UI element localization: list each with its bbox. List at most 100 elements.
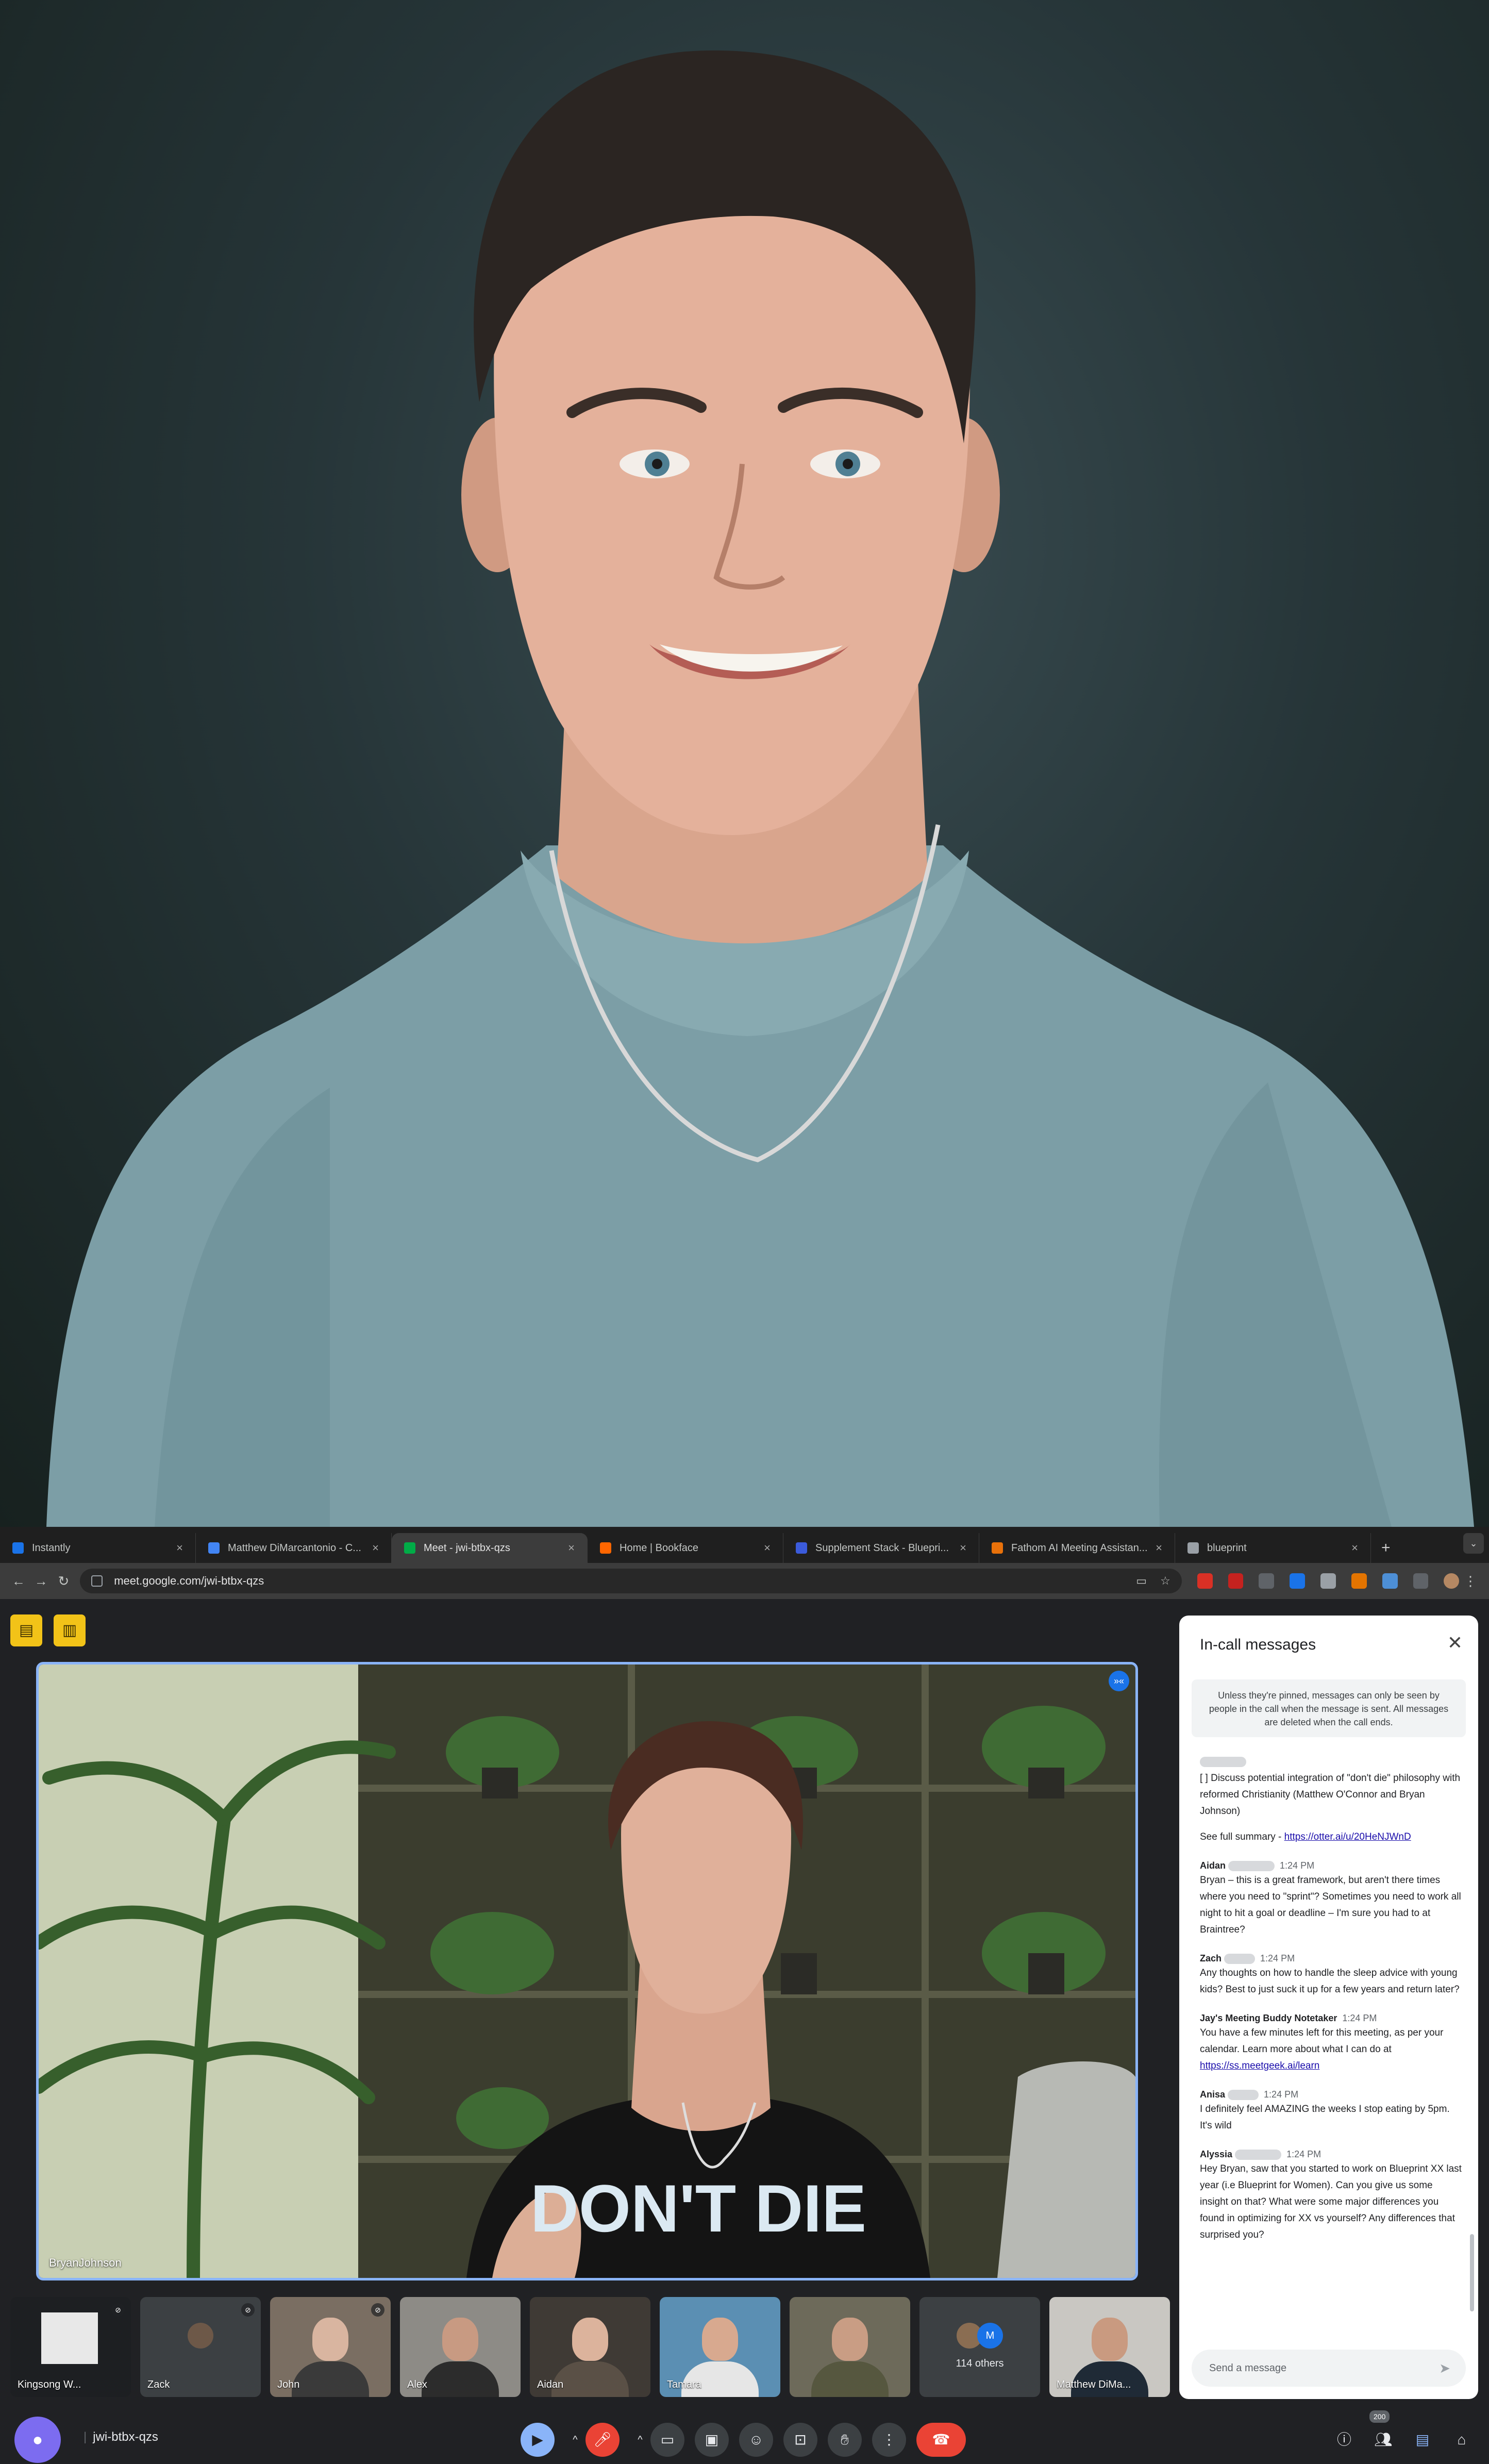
camera-button[interactable]: ▭: [650, 2423, 684, 2457]
browser-tab[interactable]: Matthew DiMarcantonio - C... ×: [196, 1533, 392, 1563]
address-bar[interactable]: meet.google.com/jwi-btbx-qzs ▭ ☆: [80, 1569, 1182, 1593]
participant-name: Zack: [147, 2379, 170, 2390]
people-icon[interactable]: 200 👥︎: [1366, 2410, 1400, 2457]
redacted-text: [1200, 1756, 1246, 1767]
extension-icon[interactable]: [1290, 1573, 1306, 1589]
extension-icon[interactable]: [1228, 1573, 1244, 1589]
forward-icon[interactable]: →: [30, 1573, 53, 1589]
summary-link[interactable]: https://otter.ai/u/20HeNJWnD: [1284, 1832, 1411, 1842]
chat-message: Anisa 1:24 PM I definitely feel AMAZING …: [1200, 2088, 1463, 2134]
shirt-text: DON'T DIE: [530, 2171, 866, 2246]
mic-off-button[interactable]: 🎤︎: [585, 2423, 620, 2457]
activities-icon[interactable]: ▤: [10, 1614, 42, 1646]
others-tile[interactable]: M 114 others: [919, 2297, 1040, 2397]
new-tab-button[interactable]: +: [1371, 1533, 1401, 1563]
message-time: 1:24 PM: [1342, 2013, 1377, 2023]
present-screen-icon[interactable]: ⊡: [783, 2423, 817, 2457]
portrait-photo: [0, 0, 1489, 1527]
browser-tab[interactable]: Home | Bookface ×: [588, 1533, 783, 1563]
extension-icon[interactable]: [1382, 1573, 1398, 1589]
extension-icon[interactable]: [1259, 1573, 1275, 1589]
browser-tab[interactable]: Supplement Stack - Bluepri... ×: [783, 1533, 979, 1563]
reload-icon[interactable]: ↻: [52, 1573, 75, 1589]
participant-tile[interactable]: Matthew DiMa...: [1049, 2297, 1170, 2397]
message-text: Bryan – this is a great framework, but a…: [1200, 1875, 1461, 1935]
message-text: You have a few minutes left for this mee…: [1200, 2027, 1444, 2055]
bookmark-star-icon[interactable]: ☆: [1160, 1574, 1170, 1588]
tab-label: Supplement Stack - Bluepri...: [815, 1542, 949, 1554]
captions-icon[interactable]: ▣: [695, 2423, 729, 2457]
camera-indicator-icon[interactable]: ▭: [1136, 1574, 1147, 1588]
raise-hand-icon[interactable]: ✋︎: [828, 2423, 862, 2457]
browser-tab-bar: Instantly × Matthew DiMarcantonio - C...…: [0, 1527, 1489, 1563]
browser-tab[interactable]: Instantly ×: [0, 1533, 196, 1563]
tab-favicon-icon: [404, 1542, 415, 1554]
tab-close-icon[interactable]: ×: [1351, 1541, 1358, 1555]
participant-tile[interactable]: [790, 2297, 910, 2397]
google-meet-app: ▤ ▥ DON'T DIE »« BryanJohnson ⊘ Kingsong…: [0, 1599, 1489, 2464]
browser-tab-active[interactable]: Meet - jwi-btbx-qzs ×: [392, 1533, 588, 1563]
emoji-reaction-icon[interactable]: ☺: [739, 2423, 773, 2457]
tab-close-icon[interactable]: ×: [568, 1541, 575, 1555]
extension-icon[interactable]: [1351, 1573, 1367, 1589]
participant-tile[interactable]: ⊘ Kingsong W...: [10, 2297, 131, 2397]
tab-close-icon[interactable]: ×: [1156, 1541, 1162, 1555]
mic-off-icon: ⊘: [111, 2303, 125, 2317]
meeting-details-icon[interactable]: ⓘ: [1327, 2423, 1361, 2457]
summary-text: [ ] Discuss potential integration of "do…: [1200, 1773, 1461, 1817]
browser-menu-icon[interactable]: ⋮: [1459, 1573, 1482, 1589]
redacted-text: [1228, 1861, 1275, 1872]
participant-body: [811, 2361, 889, 2397]
leave-call-button[interactable]: ☎︎: [916, 2423, 966, 2457]
gemini-icon[interactable]: ▶: [521, 2423, 555, 2457]
browser-tab[interactable]: Fathom AI Meeting Assistan... ×: [979, 1533, 1175, 1563]
chat-icon[interactable]: ▤: [1406, 2423, 1440, 2457]
participant-head: [1092, 2318, 1128, 2361]
tab-label: blueprint: [1207, 1542, 1247, 1554]
send-icon[interactable]: ➤: [1439, 2350, 1450, 2387]
participant-name: Alex: [407, 2379, 427, 2390]
message-text: Hey Bryan, saw that you started to work …: [1200, 2163, 1462, 2240]
tab-search-icon[interactable]: ⌄: [1463, 1533, 1484, 1554]
participant-name: Kingsong W...: [18, 2379, 81, 2390]
browser-tab[interactable]: blueprint ×: [1175, 1533, 1371, 1563]
more-options-icon[interactable]: ⋮: [872, 2423, 906, 2457]
tab-label: Meet - jwi-btbx-qzs: [424, 1542, 510, 1554]
tab-close-icon[interactable]: ×: [960, 1541, 966, 1555]
in-call-messages-panel: In-call messages ✕ Unless they're pinned…: [1179, 1616, 1478, 2399]
tab-close-icon[interactable]: ×: [372, 1541, 379, 1555]
meeting-code: jwi-btbx-qzs: [93, 2430, 158, 2444]
summary-link-line: See full summary - https://otter.ai/u/20…: [1200, 1829, 1463, 1845]
send-message-input[interactable]: Send a message ➤: [1192, 2350, 1466, 2387]
audio-options-chevron-icon[interactable]: ^: [565, 2423, 585, 2457]
close-icon[interactable]: ✕: [1447, 1632, 1463, 1654]
participant-tile[interactable]: ⊘ Zack: [140, 2297, 261, 2397]
participant-name: Tamara: [667, 2379, 701, 2390]
participant-avatar-initial: M: [977, 2323, 1003, 2349]
message-text: Any thoughts on how to handle the sleep …: [1200, 1968, 1460, 1995]
tab-close-icon[interactable]: ×: [176, 1541, 183, 1555]
profile-avatar[interactable]: [1444, 1573, 1460, 1589]
message-link[interactable]: https://ss.meetgeek.ai/learn: [1200, 2060, 1319, 2071]
chat-scrollbar[interactable]: [1470, 2234, 1474, 2311]
redacted-text: [1235, 2150, 1282, 2160]
extension-icon[interactable]: [1320, 1573, 1336, 1589]
redacted-text: [1224, 1954, 1256, 1964]
back-icon[interactable]: ←: [7, 1573, 30, 1589]
participant-tile[interactable]: Alex: [400, 2297, 521, 2397]
extensions-puzzle-icon[interactable]: [1413, 1573, 1429, 1589]
pin-icon[interactable]: »«: [1109, 1671, 1129, 1691]
chat-title: In-call messages: [1200, 1636, 1316, 1653]
companion-dot-icon[interactable]: ●: [14, 2417, 61, 2463]
site-info-icon[interactable]: [91, 1575, 103, 1587]
main-video-tile[interactable]: DON'T DIE »« BryanJohnson: [36, 1662, 1138, 2280]
video-options-chevron-icon[interactable]: ^: [630, 2423, 650, 2457]
participant-tile[interactable]: Aidan: [530, 2297, 650, 2397]
extension-icon[interactable]: [1197, 1573, 1213, 1589]
tab-close-icon[interactable]: ×: [764, 1541, 771, 1555]
participant-tile[interactable]: Tamara: [660, 2297, 780, 2397]
tab-favicon-icon: [992, 1542, 1003, 1554]
notes-icon[interactable]: ▥: [54, 1614, 86, 1646]
participant-tile[interactable]: ⊘ John: [270, 2297, 391, 2397]
activities-panel-icon[interactable]: ⌂: [1445, 2423, 1479, 2457]
